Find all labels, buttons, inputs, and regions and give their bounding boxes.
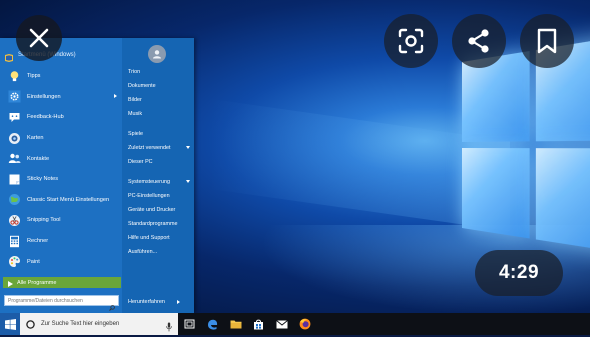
place-item[interactable]: PC-Einstellungen bbox=[124, 189, 194, 203]
microphone-icon[interactable] bbox=[166, 319, 172, 337]
program-item[interactable]: Snipping Tool bbox=[0, 210, 122, 231]
user-icon bbox=[153, 50, 161, 59]
bookmark-icon bbox=[537, 28, 557, 54]
camera-icon bbox=[7, 131, 21, 145]
places-list: Trion Dokumente Bilder Musik Spiele Zuletzt v… bbox=[124, 65, 194, 259]
chevron-down-icon bbox=[186, 146, 190, 149]
start-button[interactable] bbox=[0, 313, 20, 335]
program-item-label: Karten bbox=[27, 135, 44, 142]
program-item-label: Feedback-Hub bbox=[27, 114, 64, 121]
video-timer: 4:29 bbox=[475, 250, 563, 296]
program-item-label: Snipping Tool bbox=[27, 217, 61, 224]
place-item-label: Dokumente bbox=[128, 83, 156, 89]
chevron-right-icon[interactable] bbox=[177, 300, 180, 304]
bookmark-button[interactable] bbox=[520, 14, 574, 68]
place-item-label: Ausführen... bbox=[128, 249, 158, 255]
place-item[interactable]: Ausführen... bbox=[124, 245, 194, 259]
file-explorer-icon[interactable] bbox=[224, 313, 247, 335]
lightbulb-icon bbox=[7, 69, 21, 83]
place-item[interactable]: Trion bbox=[124, 65, 194, 79]
classic-shell-icon bbox=[4, 50, 14, 62]
start-menu: Startmenü (Windows) TippsEinstellungenFe… bbox=[0, 38, 194, 313]
place-item-label: Standardprogramme bbox=[128, 221, 178, 227]
close-icon bbox=[29, 28, 49, 48]
shutdown-button[interactable]: Herunterfahren bbox=[124, 296, 186, 307]
taskbar: Zur Suche Text hier eingeben bbox=[0, 313, 590, 335]
place-item[interactable]: Spiele bbox=[124, 127, 194, 141]
place-item-label: Zuletzt verwendet bbox=[128, 145, 171, 151]
shutdown-label: Herunterfahren bbox=[128, 298, 165, 305]
program-item-label: Einstellungen bbox=[27, 93, 61, 100]
visual-search-button[interactable] bbox=[384, 14, 438, 68]
mail-icon[interactable] bbox=[270, 313, 293, 335]
place-item-label: Spiele bbox=[128, 131, 143, 137]
calculator-icon bbox=[7, 234, 21, 248]
place-item[interactable]: Systemsteuerung bbox=[124, 175, 194, 189]
program-item-label: Classic Start Menü Einstellungen bbox=[27, 196, 110, 203]
arrow-right-icon bbox=[8, 274, 13, 292]
start-search-box[interactable] bbox=[4, 295, 119, 311]
firefox-icon[interactable] bbox=[293, 313, 316, 335]
place-item[interactable]: Bilder bbox=[124, 93, 194, 107]
edge-icon[interactable] bbox=[201, 313, 224, 335]
lens-icon bbox=[398, 28, 424, 54]
program-item[interactable]: Tipps bbox=[0, 66, 122, 87]
place-item[interactable]: Hilfe und Support bbox=[124, 231, 194, 245]
windows-start-icon bbox=[4, 318, 16, 330]
submenu-arrow-icon bbox=[114, 93, 117, 98]
place-item[interactable]: Zuletzt verwendet bbox=[124, 141, 194, 155]
share-icon bbox=[468, 29, 489, 53]
taskbar-search-placeholder: Zur Suche Text hier eingeben bbox=[41, 321, 120, 327]
all-programs-label: Alle Programme bbox=[17, 279, 57, 286]
place-item[interactable]: Standardprogramme bbox=[124, 217, 194, 231]
store-icon[interactable] bbox=[247, 313, 270, 335]
program-item[interactable]: Kontakte bbox=[0, 148, 122, 169]
place-item[interactable]: Musik bbox=[124, 107, 194, 121]
paint-icon bbox=[7, 255, 21, 269]
taskbar-search-box[interactable]: Zur Suche Text hier eingeben bbox=[20, 313, 178, 335]
chevron-down-icon bbox=[186, 180, 190, 183]
wallpaper-windows-logo bbox=[462, 34, 590, 260]
program-list: Tipps Einstellungen Feedback-Hub Karten Kont… bbox=[0, 66, 122, 272]
program-item-label: Rechner bbox=[27, 238, 49, 245]
feedback-icon bbox=[7, 110, 21, 124]
program-item[interactable]: Karten bbox=[0, 128, 122, 149]
place-item-label: Bilder bbox=[128, 97, 142, 103]
start-search-input[interactable] bbox=[8, 296, 108, 305]
contacts-icon bbox=[7, 152, 21, 166]
program-item[interactable]: Paint bbox=[0, 251, 122, 272]
place-item-label: PC-Einstellungen bbox=[128, 193, 170, 199]
program-item-label: Kontakte bbox=[27, 155, 50, 162]
globe-icon bbox=[7, 193, 21, 207]
gear-icon bbox=[7, 90, 21, 104]
program-item-label: Paint bbox=[27, 258, 40, 265]
task-view-icon[interactable] bbox=[178, 313, 201, 335]
program-item[interactable]: Feedback-Hub bbox=[0, 107, 122, 128]
close-button[interactable] bbox=[16, 15, 62, 61]
all-programs-button[interactable]: Alle Programme bbox=[3, 277, 121, 288]
program-item[interactable]: Sticky Notes bbox=[0, 169, 122, 190]
place-item-label: Systemsteuerung bbox=[128, 179, 170, 185]
place-item-label: Musik bbox=[128, 111, 143, 117]
place-item-label: Hilfe und Support bbox=[128, 235, 170, 241]
user-avatar[interactable] bbox=[148, 45, 166, 63]
program-item[interactable]: Classic Start Menü Einstellungen bbox=[0, 190, 122, 211]
sticky-notes-icon bbox=[7, 172, 21, 186]
place-item[interactable]: Dieser PC bbox=[124, 155, 194, 169]
place-item-label: Geräte und Drucker bbox=[128, 207, 176, 213]
program-item-label: Tipps bbox=[27, 73, 41, 80]
place-item-label: Dieser PC bbox=[128, 159, 153, 165]
program-item-label: Sticky Notes bbox=[27, 176, 59, 183]
program-item[interactable]: Einstellungen bbox=[0, 87, 122, 108]
share-button[interactable] bbox=[452, 14, 506, 68]
place-item[interactable]: Dokumente bbox=[124, 79, 194, 93]
program-item[interactable]: Rechner bbox=[0, 231, 122, 252]
place-item-label: Trion bbox=[128, 69, 141, 75]
cortana-icon bbox=[26, 319, 35, 329]
place-item[interactable]: Geräte und Drucker bbox=[124, 203, 194, 217]
scissors-icon bbox=[7, 213, 21, 227]
